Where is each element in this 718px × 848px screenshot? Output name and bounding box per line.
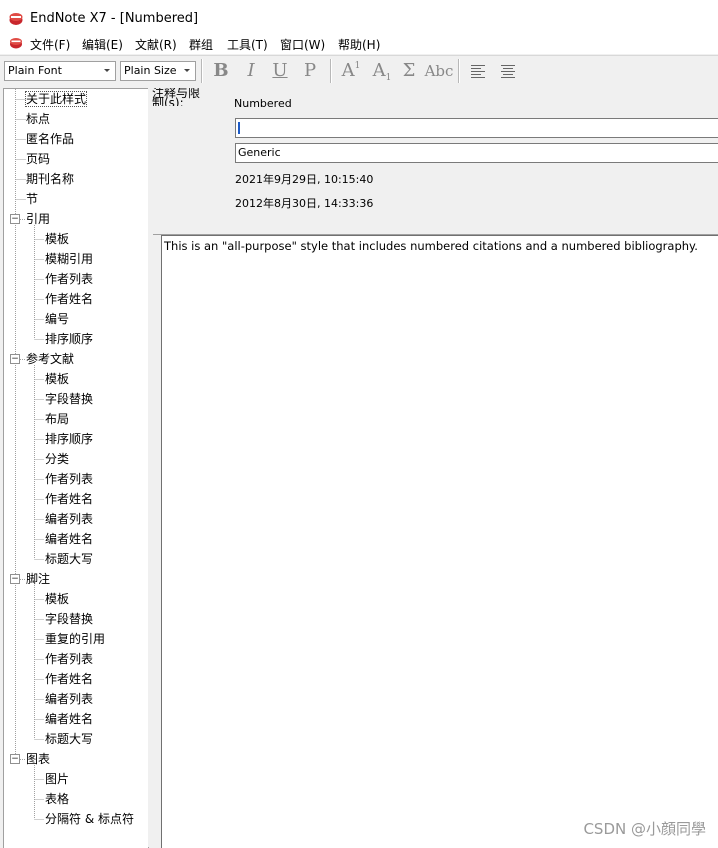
align-center-icon: [501, 65, 515, 78]
tree-item-bibliography-field-substitutions[interactable]: 字段替换: [45, 391, 93, 407]
align-left-icon: [471, 65, 485, 78]
bold-button[interactable]: B: [209, 58, 233, 84]
font-select-value: Plain Font: [8, 64, 62, 77]
tree-item-sections[interactable]: 节: [26, 191, 38, 207]
title-bar: EndNote X7 - [Numbered]: [0, 6, 718, 32]
align-left-button[interactable]: [466, 58, 490, 84]
tree-item-footnotes-editor-lists[interactable]: 编者列表: [45, 691, 93, 707]
tree-item-bibliography[interactable]: 参考文献: [26, 351, 74, 367]
toolbar-separator: [201, 59, 202, 83]
tree-item-page-numbers[interactable]: 页码: [26, 151, 50, 167]
tree-item-footnotes-field-substitutions[interactable]: 字段替换: [45, 611, 93, 627]
underline-button[interactable]: U: [268, 58, 292, 84]
size-select[interactable]: Plain Size: [120, 61, 196, 81]
collapse-icon[interactable]: −: [10, 354, 20, 364]
tree-item-about[interactable]: 关于此样式: [24, 91, 88, 107]
tree-item-footnotes-templates[interactable]: 模板: [45, 591, 69, 607]
clipped-field-label: 注释与限制(s):: [152, 88, 201, 106]
menu-bar: 文件(F) 编辑(E) 文献(R) 群组 工具(T) 窗口(W) 帮助(H): [0, 32, 718, 54]
symbol-button[interactable]: Σ: [397, 58, 421, 84]
menu-references[interactable]: 文献(R): [135, 36, 177, 53]
tree-item-bibliography-layout[interactable]: 布局: [45, 411, 69, 427]
chevron-down-icon[interactable]: [181, 63, 193, 78]
window-title: EndNote X7 - [Numbered]: [30, 11, 199, 26]
description-textarea[interactable]: This is an "all-purpose" style that incl…: [161, 235, 718, 848]
italic-button[interactable]: I: [239, 58, 263, 84]
endnote-app-icon[interactable]: [8, 11, 24, 30]
style-sections-tree[interactable]: 关于此样式 标点 匿名作品 页码 期刊名称 节 − 引用 模板 模糊引用 作者列…: [3, 88, 149, 848]
tree-item-bibliography-sort-order[interactable]: 排序顺序: [45, 431, 93, 447]
toolbar-separator: [330, 59, 331, 83]
tree-item-citations-author-name[interactable]: 作者姓名: [45, 291, 93, 307]
menu-tools[interactable]: 工具(T): [227, 36, 268, 53]
menu-help[interactable]: 帮助(H): [338, 36, 380, 53]
collapse-icon[interactable]: −: [10, 574, 20, 584]
style-name-input[interactable]: [235, 118, 718, 138]
size-select-value: Plain Size: [124, 64, 177, 77]
style-name-text: Numbered: [234, 97, 292, 110]
menu-groups[interactable]: 群组: [189, 36, 213, 53]
menu-window[interactable]: 窗口(W): [280, 36, 325, 53]
document-icon[interactable]: [8, 35, 24, 54]
tree-item-citations-ambiguous[interactable]: 模糊引用: [45, 251, 93, 267]
tree-item-bibliography-author-lists[interactable]: 作者列表: [45, 471, 93, 487]
category-field[interactable]: Generic: [235, 143, 718, 163]
tree-item-bibliography-editor-lists[interactable]: 编者列表: [45, 511, 93, 527]
tree-item-figures-tables[interactable]: 图表: [26, 751, 50, 767]
subscript-mark: 1: [385, 73, 392, 83]
tree-item-citations-sort-order[interactable]: 排序顺序: [45, 331, 93, 347]
formatting-toolbar: Plain Font Plain Size B I U P A1 A1 Σ Ab…: [0, 55, 718, 87]
subscript-button[interactable]: A1: [369, 58, 395, 84]
superscript-mark: 1: [354, 61, 361, 71]
superscript-letter: A: [341, 60, 355, 81]
text-caret: [238, 122, 240, 134]
tree-item-journal-names[interactable]: 期刊名称: [26, 171, 74, 187]
tree-item-bibliography-title-capitalization[interactable]: 标题大写: [45, 551, 93, 567]
tree-item-citations[interactable]: 引用: [26, 211, 50, 227]
tree-item-bibliography-author-name[interactable]: 作者姓名: [45, 491, 93, 507]
tree-item-footnotes-title-capitalization[interactable]: 标题大写: [45, 731, 93, 747]
plain-button[interactable]: P: [298, 58, 322, 84]
font-select[interactable]: Plain Font: [4, 61, 116, 81]
chevron-down-icon[interactable]: [101, 63, 113, 78]
tree-item-anonymous[interactable]: 匿名作品: [26, 131, 74, 147]
tree-item-label: 关于此样式: [24, 91, 88, 107]
tree-item-separation-punctuation[interactable]: 分隔符 & 标点符: [45, 811, 134, 827]
description-text: This is an "all-purpose" style that incl…: [164, 239, 698, 253]
tree-item-bibliography-templates[interactable]: 模板: [45, 371, 69, 387]
menu-file[interactable]: 文件(F): [30, 36, 70, 53]
modified-date: 2012年8月30日, 14:33:36: [235, 197, 374, 210]
tree-item-citations-templates[interactable]: 模板: [45, 231, 69, 247]
menu-edit[interactable]: 编辑(E): [82, 36, 123, 53]
superscript-button[interactable]: A1: [338, 58, 364, 84]
small-caps-button[interactable]: Abc: [424, 58, 454, 84]
category-value: Generic: [238, 146, 281, 159]
tree-item-footnotes[interactable]: 脚注: [26, 571, 50, 587]
style-info-pane: 注释与限制(s): Numbered Generic 2021年9月29日, 1…: [151, 86, 718, 848]
tree-item-bibliography-editor-name[interactable]: 编者姓名: [45, 531, 93, 547]
tree-item-citations-author-lists[interactable]: 作者列表: [45, 271, 93, 287]
tree-item-punctuation[interactable]: 标点: [26, 111, 50, 127]
tree-item-footnotes-repeated-citations[interactable]: 重复的引用: [45, 631, 105, 647]
collapse-icon[interactable]: −: [10, 214, 20, 224]
toolbar-separator: [458, 59, 459, 83]
tree-item-footnotes-author-lists[interactable]: 作者列表: [45, 651, 93, 667]
collapse-icon[interactable]: −: [10, 754, 20, 764]
tree-item-tables[interactable]: 表格: [45, 791, 69, 807]
created-date: 2021年9月29日, 10:15:40: [235, 173, 374, 186]
tree-item-figures[interactable]: 图片: [45, 771, 69, 787]
tree-item-citations-numbering[interactable]: 编号: [45, 311, 69, 327]
align-center-button[interactable]: [496, 58, 520, 84]
watermark: CSDN @小顔同學: [583, 820, 706, 838]
tree-item-footnotes-editor-name[interactable]: 编者姓名: [45, 711, 93, 727]
tree-item-footnotes-author-name[interactable]: 作者姓名: [45, 671, 93, 687]
tree-item-bibliography-categories[interactable]: 分类: [45, 451, 69, 467]
subscript-letter: A: [372, 60, 386, 81]
